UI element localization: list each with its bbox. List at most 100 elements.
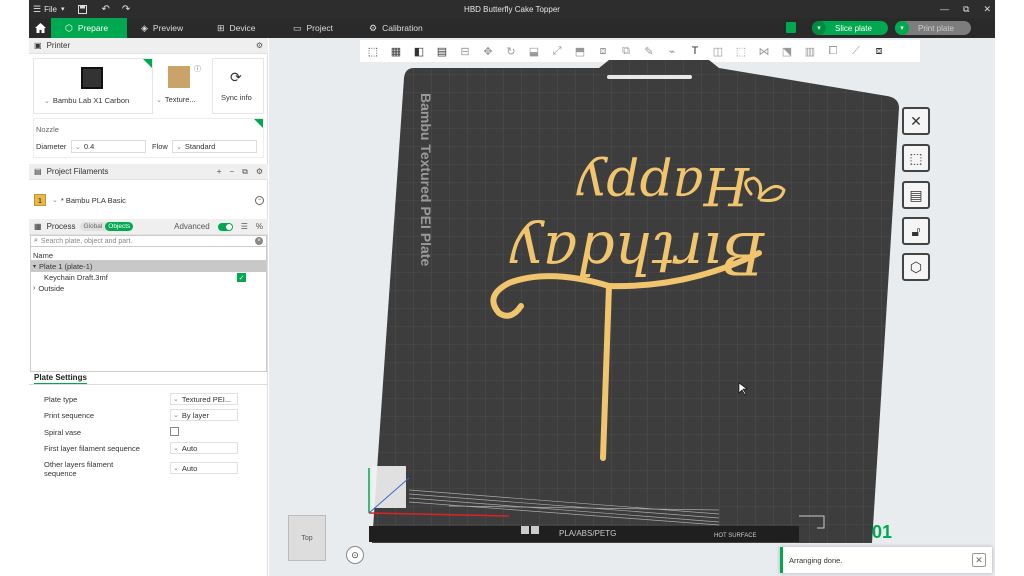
object-row-outside[interactable]: › Outside [30,283,267,294]
nozzle-label: Nozzle [36,125,59,134]
3d-viewport[interactable]: ⬚ ▦ ◧ ▤ ⊟ ✥ ↻ ⬓ ⤢ ⬒ ⧈ ⧉ ✎ ⌁ T ◫ ⬚ ⋈ ⬔ ▥ … [269,38,995,576]
maximize-button[interactable]: ⧉ [963,4,969,15]
print-sequence-select[interactable]: ⌄ By layer [170,409,238,421]
build-plate[interactable]: Bambu Textured PEI Plate Happy Birthday … [269,38,995,576]
remove-icon[interactable]: − [229,167,234,176]
filament-index: 1 [34,194,46,206]
other-layers-sequence-select[interactable]: ⌄ Auto [170,462,238,474]
gear-icon[interactable]: ⚙ [256,167,263,176]
process-icon: ▦ [34,222,42,231]
device-icon: ⊞ [217,22,225,33]
filament-row[interactable]: 1 ⌄ * Bambu PLA Basic − [34,194,264,206]
object-search-input[interactable]: ⌕ Search plate, object and part. × [30,235,267,247]
slice-plate-button[interactable]: ▾ Slice plate [812,21,888,35]
list-icon[interactable]: ☰ [241,222,248,231]
first-layer-sequence-label: First layer filament sequence [44,444,140,453]
sync-filament-icon[interactable]: ⧉ [242,167,248,177]
info-icon[interactable]: ⓘ [194,64,201,74]
more-icon[interactable]: − [255,195,264,205]
plate-material-label: PLA/ABS/PETG [559,529,616,538]
first-layer-sequence-select[interactable]: ⌄ Auto [170,442,238,454]
spiral-vase-checkbox[interactable] [170,427,179,436]
home-icon[interactable] [29,18,51,38]
printer-name: Bambu Lab X1 Carbon [52,96,130,105]
printer-icon: ▣ [34,41,42,50]
advanced-label: Advanced [174,222,210,231]
tab-device[interactable]: ⊞ Device [203,18,279,38]
plate-settings-icon[interactable]: ▤ [902,181,930,209]
notification-text: Arranging done. [789,555,843,565]
hot-surface-label: HOT SURFACE [714,533,757,539]
toggle-global[interactable]: Global [80,222,105,231]
diameter-select[interactable]: ⌄ 0.4 [71,140,146,153]
spiral-vase-label: Spiral vase [44,428,82,437]
tab-calibration[interactable]: ⚙ Calibration [355,18,445,38]
close-button[interactable]: ✕ [983,4,991,15]
search-icon: ⌕ [34,237,38,244]
save-icon[interactable] [74,4,91,14]
add-icon[interactable]: + [217,167,222,176]
tab-prepare-label: Prepare [77,23,109,33]
toggle-objects[interactable]: Objects [105,222,134,231]
diameter-label: Diameter [36,142,67,151]
tab-preview[interactable]: ◈ Preview [127,18,203,38]
first-layer-sequence-value: Auto [181,443,198,453]
close-plate-icon[interactable]: ✕ [902,107,930,135]
slice-plate-label: Slice plate [835,23,872,33]
chevron-down-icon[interactable]: ▾ [33,263,36,270]
other-layers-sequence-value: Auto [181,463,198,473]
undo-icon[interactable]: ↶ [97,4,113,15]
advanced-toggle[interactable] [217,222,233,231]
plate-card[interactable]: ⓘ ⌄ Texture... [154,58,211,114]
global-objects-toggle[interactable]: Global Objects [80,222,134,231]
filament-icon: ▤ [34,167,42,176]
print-plate-button[interactable]: ▾ Print plate [895,21,971,35]
filament-name: * Bambu PLA Basic [60,195,126,205]
object-row-model[interactable]: Keychain Draft.3mf ✓ [30,272,267,283]
model-text-happy: Happy [576,155,750,215]
notification-toast: Arranging done. ✕ [780,547,992,573]
object-list-header: Name [30,250,267,261]
project-icon: ▭ [293,22,302,33]
flow-label: Flow [152,142,168,151]
object-row-plate[interactable]: ▾ Plate 1 (plate-1) [30,261,267,272]
chevron-down-icon: ⌄ [176,143,182,151]
printer-card[interactable]: ⌄ Bambu Lab X1 Carbon [33,58,153,114]
lock-plate-icon[interactable]: 🔓︎ [902,217,930,245]
object-row-label: Keychain Draft.3mf [44,273,108,282]
filaments-header: Project Filaments [46,167,109,176]
file-menu-label: File [44,4,57,14]
plate-type-icon[interactable]: ⬡ [902,253,930,281]
print-plate-label: Print plate [918,23,955,33]
tab-project[interactable]: ▭ Project [279,18,355,38]
zoom-fit-icon[interactable]: ⊙ [346,546,364,564]
chevron-down-icon[interactable]: ▾ [812,21,826,35]
minimize-button[interactable]: — [940,4,949,14]
plate-name: Texture... [164,95,196,104]
redo-icon[interactable]: ↷ [118,4,134,15]
layout-icon[interactable] [786,22,796,33]
gear-icon[interactable]: ⚙ [256,41,263,50]
main-toolbar: ⬡ Prepare ◈ Preview ⊞ Device ▭ Project ⚙… [29,18,995,38]
percent-icon[interactable]: % [256,222,263,231]
view-cube[interactable]: Top [288,515,326,561]
plate-type-select[interactable]: ⌄ Textured PEI... [170,393,238,405]
clear-icon[interactable]: × [255,237,263,245]
auto-arrange-plate-icon[interactable]: ⬚ [902,144,930,172]
flow-select[interactable]: ⌄ Standard [172,140,257,153]
diameter-value: 0.4 [83,142,95,151]
sync-info-label: Sync info [221,93,252,102]
print-sequence-label: Print sequence [44,411,95,420]
chevron-right-icon[interactable]: › [33,285,35,292]
printer-header: Printer [46,41,71,50]
plate-type-value: Textured PEI... [181,394,232,404]
object-row-label: Plate 1 (plate-1) [39,262,93,271]
close-icon[interactable]: ✕ [972,553,986,567]
sync-info-button[interactable]: ⟳ Sync info [212,58,264,114]
chevron-down-icon[interactable]: ▾ [895,21,909,35]
plate-image [168,66,190,88]
file-menu[interactable]: ☰ File ▾ [29,4,68,15]
print-sequence-value: By layer [181,410,209,420]
checkbox-icon[interactable]: ✓ [237,273,246,282]
tab-prepare[interactable]: ⬡ Prepare [51,18,127,38]
